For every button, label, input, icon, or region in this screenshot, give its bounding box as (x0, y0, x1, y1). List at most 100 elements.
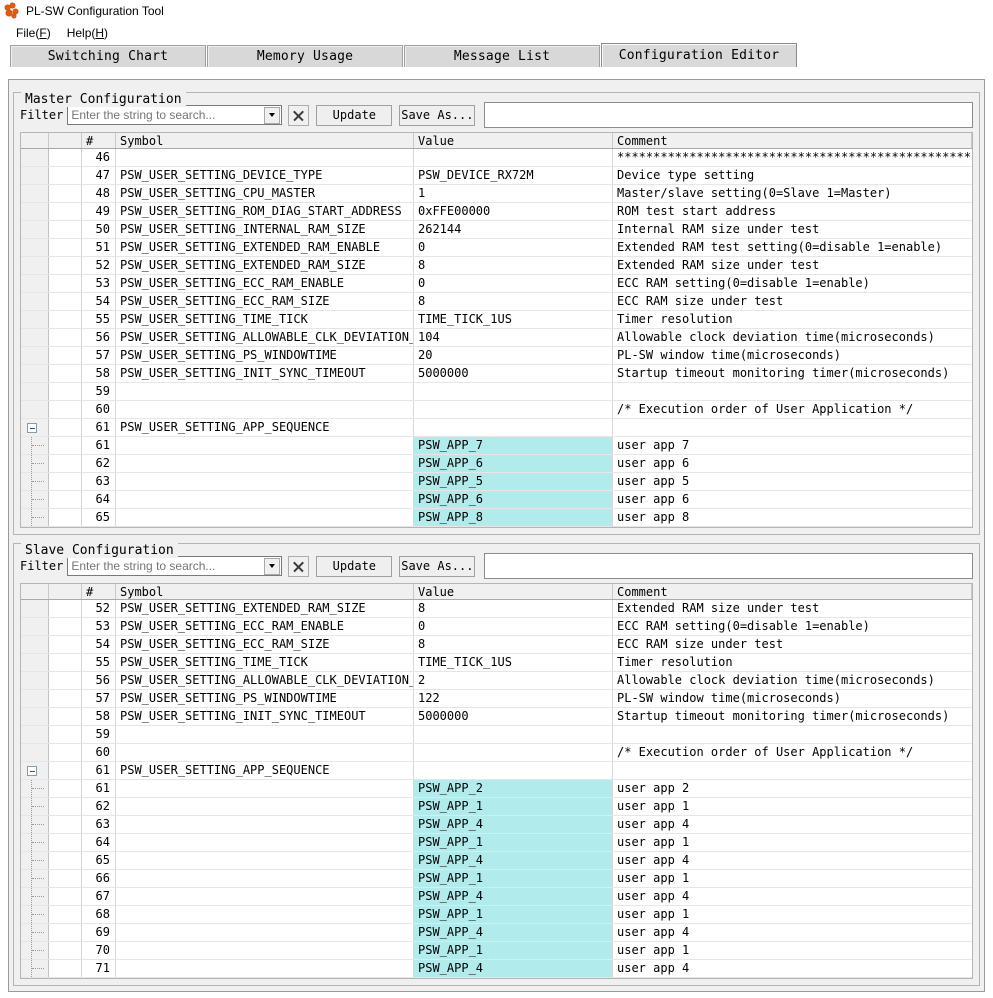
expander-icon[interactable] (21, 762, 49, 779)
cell-symbol[interactable] (116, 509, 414, 526)
cell-symbol[interactable]: PSW_USER_SETTING_EXTENDED_RAM_ENABLE (116, 239, 414, 256)
table-row[interactable]: 59 (21, 726, 972, 744)
table-row[interactable]: 49 PSW_USER_SETTING_ROM_DIAG_START_ADDRES… (21, 203, 972, 221)
cell-value[interactable]: PSW_APP_1 (414, 906, 613, 923)
cell-symbol[interactable]: PSW_USER_SETTING_CPU_MASTER (116, 185, 414, 202)
table-row[interactable]: 71 PSW_APP_4 user app 4 (21, 960, 972, 978)
cell-symbol[interactable]: PSW_USER_SETTING_ALLOWABLE_CLK_DEVIATION… (116, 329, 414, 346)
cell-value[interactable]: 8 (414, 636, 613, 653)
table-row[interactable]: 58 PSW_USER_SETTING_INIT_SYNC_TIMEOUT 5000… (21, 365, 972, 383)
table-row[interactable]: 53 PSW_USER_SETTING_ECC_RAM_ENABLE 0 ECC RA… (21, 275, 972, 293)
table-row[interactable]: 56 PSW_USER_SETTING_ALLOWABLE_CLK_DEVIATI… (21, 329, 972, 347)
cell-value[interactable] (414, 383, 613, 400)
table-row[interactable]: 63 PSW_APP_5 user app 5 (21, 473, 972, 491)
table-row[interactable]: 55 PSW_USER_SETTING_TIME_TICK TIME_TICK_1U… (21, 654, 972, 672)
cell-value[interactable]: PSW_APP_2 (414, 780, 613, 797)
table-row[interactable]: 60 /* Execution order of User Application… (21, 744, 972, 762)
table-row[interactable]: 66 PSW_APP_1 user app 1 (21, 870, 972, 888)
cell-value[interactable]: 1 (414, 185, 613, 202)
cell-value[interactable]: 122 (414, 690, 613, 707)
cell-symbol[interactable] (116, 816, 414, 833)
table-row[interactable]: 62 PSW_APP_1 user app 1 (21, 798, 972, 816)
cell-symbol[interactable]: PSW_USER_SETTING_DEVICE_TYPE (116, 167, 414, 184)
cell-symbol[interactable]: PSW_USER_SETTING_APP_SEQUENCE (116, 419, 414, 436)
table-row[interactable]: 47 PSW_USER_SETTING_DEVICE_TYPE PSW_DEVICE… (21, 167, 972, 185)
cell-symbol[interactable]: PSW_USER_SETTING_ECC_RAM_ENABLE (116, 275, 414, 292)
col-header-value[interactable]: Value (414, 584, 613, 599)
cell-symbol[interactable] (116, 491, 414, 508)
table-row[interactable]: 46 **************************************… (21, 149, 972, 167)
col-header-comment[interactable]: Comment (613, 133, 972, 148)
cell-symbol[interactable]: PSW_USER_SETTING_ECC_RAM_SIZE (116, 636, 414, 653)
cell-symbol[interactable]: PSW_USER_SETTING_APP_SEQUENCE (116, 762, 414, 779)
cell-value[interactable]: PSW_DEVICE_RX72M (414, 167, 613, 184)
cell-value[interactable]: 0 (414, 618, 613, 635)
cell-value[interactable]: PSW_APP_4 (414, 924, 613, 941)
table-row[interactable]: 54 PSW_USER_SETTING_ECC_RAM_SIZE 8 ECC RAM … (21, 636, 972, 654)
cell-value[interactable]: PSW_APP_5 (414, 473, 613, 490)
cell-symbol[interactable]: PSW_USER_SETTING_TIME_TICK (116, 311, 414, 328)
cell-value[interactable]: 5000000 (414, 365, 613, 382)
slave-update-button[interactable]: Update (316, 555, 393, 577)
master-update-button[interactable]: Update (316, 104, 393, 126)
col-header-symbol[interactable]: Symbol (116, 584, 414, 599)
tab-message-list[interactable]: Message List (404, 45, 600, 67)
cell-symbol[interactable] (116, 473, 414, 490)
cell-symbol[interactable]: PSW_USER_SETTING_INIT_SYNC_TIMEOUT (116, 708, 414, 725)
cell-value[interactable]: PSW_APP_1 (414, 942, 613, 959)
table-row[interactable]: 67 PSW_APP_4 user app 4 (21, 888, 972, 906)
cell-symbol[interactable]: PSW_USER_SETTING_TIME_TICK (116, 654, 414, 671)
table-row[interactable]: 61 PSW_APP_2 user app 2 (21, 780, 972, 798)
cell-symbol[interactable] (116, 798, 414, 815)
table-row[interactable]: 63 PSW_APP_4 user app 4 (21, 816, 972, 834)
table-row[interactable]: 54 PSW_USER_SETTING_ECC_RAM_SIZE 8 ECC RAM … (21, 293, 972, 311)
cell-value[interactable]: PSW_APP_7 (414, 437, 613, 454)
master-grid[interactable]: # Symbol Value Comment 46 ***************… (20, 132, 973, 528)
cell-symbol[interactable]: PSW_USER_SETTING_INTERNAL_RAM_SIZE (116, 221, 414, 238)
cell-symbol[interactable] (116, 437, 414, 454)
table-row[interactable]: 61 PSW_APP_7 user app 7 (21, 437, 972, 455)
tab-memory-usage[interactable]: Memory Usage (207, 45, 403, 67)
chevron-down-icon[interactable] (264, 557, 281, 575)
col-header-number[interactable]: # (82, 584, 116, 599)
slave-filter-combo[interactable] (67, 556, 283, 576)
table-row[interactable]: 51 PSW_USER_SETTING_EXTENDED_RAM_ENABLE 0 E… (21, 239, 972, 257)
cell-symbol[interactable] (116, 401, 414, 418)
tab-configuration-editor[interactable]: Configuration Editor (601, 43, 797, 67)
table-row[interactable]: 48 PSW_USER_SETTING_CPU_MASTER 1 Master/sla… (21, 185, 972, 203)
cell-value[interactable]: PSW_APP_1 (414, 834, 613, 851)
slave-saveas-button[interactable]: Save As... (399, 555, 476, 577)
cell-symbol[interactable]: PSW_USER_SETTING_ECC_RAM_SIZE (116, 293, 414, 310)
tab-switching-chart[interactable]: Switching Chart (10, 45, 206, 67)
cell-value[interactable] (414, 401, 613, 418)
slave-filter-input[interactable] (68, 558, 265, 574)
cell-symbol[interactable]: PSW_USER_SETTING_ROM_DIAG_START_ADDRESS (116, 203, 414, 220)
table-row[interactable]: 65 PSW_APP_4 user app 4 (21, 852, 972, 870)
cell-symbol[interactable] (116, 383, 414, 400)
cell-value[interactable] (414, 726, 613, 743)
table-row[interactable]: 52 PSW_USER_SETTING_EXTENDED_RAM_SIZE 8 Ext… (21, 257, 972, 275)
expander-icon[interactable] (21, 419, 49, 436)
table-row[interactable]: 53 PSW_USER_SETTING_ECC_RAM_ENABLE 0 ECC RA… (21, 618, 972, 636)
table-row[interactable]: 61 PSW_USER_SETTING_APP_SEQUENCE (21, 419, 972, 437)
cell-value[interactable]: PSW_APP_4 (414, 960, 613, 977)
cell-symbol[interactable]: PSW_USER_SETTING_EXTENDED_RAM_SIZE (116, 257, 414, 274)
col-header-value[interactable]: Value (414, 133, 613, 148)
table-row[interactable]: 60 /* Execution order of User Application… (21, 401, 972, 419)
cell-value[interactable]: 20 (414, 347, 613, 364)
cell-symbol[interactable]: PSW_USER_SETTING_EXTENDED_RAM_SIZE (116, 600, 414, 617)
table-row[interactable]: 69 PSW_APP_4 user app 4 (21, 924, 972, 942)
table-row[interactable]: 55 PSW_USER_SETTING_TIME_TICK TIME_TICK_1U… (21, 311, 972, 329)
col-header-symbol[interactable]: Symbol (116, 133, 414, 148)
clear-filter-icon[interactable] (288, 555, 310, 577)
cell-value[interactable]: 8 (414, 293, 613, 310)
table-row[interactable]: 70 PSW_APP_1 user app 1 (21, 942, 972, 960)
cell-value[interactable]: 5000000 (414, 708, 613, 725)
cell-symbol[interactable] (116, 888, 414, 905)
cell-symbol[interactable] (116, 149, 414, 166)
table-row[interactable]: 68 PSW_APP_1 user app 1 (21, 906, 972, 924)
cell-value[interactable]: 0 (414, 275, 613, 292)
cell-value[interactable]: TIME_TICK_1US (414, 654, 613, 671)
cell-symbol[interactable] (116, 960, 414, 977)
cell-symbol[interactable] (116, 744, 414, 761)
